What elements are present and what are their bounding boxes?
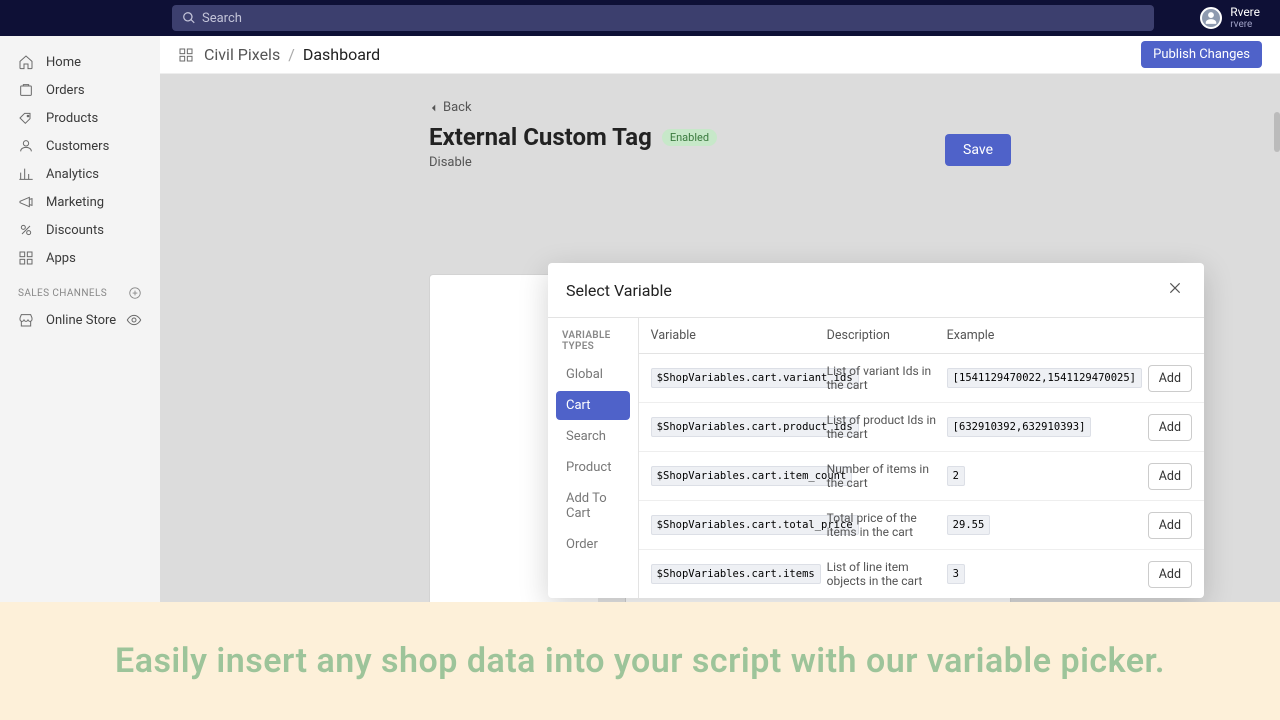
breadcrumb-page: Dashboard xyxy=(303,45,380,64)
column-example: Example xyxy=(947,328,1192,343)
promo-banner: Easily insert any shop data into your sc… xyxy=(0,602,1280,720)
variable-desc: Total price of the items in the cart xyxy=(827,511,947,539)
sidebar-item-orders[interactable]: Orders xyxy=(0,76,160,104)
sidebar-item-label: Apps xyxy=(46,251,76,266)
sidebar-item-label: Analytics xyxy=(46,167,99,182)
search-icon xyxy=(182,11,196,25)
breadcrumb-bar: Civil Pixels / Dashboard Publish Changes xyxy=(160,36,1280,74)
sidebar-item-label: Customers xyxy=(46,139,109,154)
table-row: $ShopVariables.cart.total_price Total pr… xyxy=(639,501,1204,550)
variable-example: 2 xyxy=(947,466,965,486)
variable-desc: List of variant Ids in the cart xyxy=(827,364,947,392)
chevron-left-icon xyxy=(429,103,439,113)
type-order[interactable]: Order xyxy=(556,530,630,559)
variable-example: [632910392,632910393] xyxy=(947,417,1092,437)
add-button[interactable]: Add xyxy=(1148,414,1192,441)
sidebar-item-label: Discounts xyxy=(46,223,104,238)
add-channel-icon[interactable] xyxy=(128,286,142,300)
disable-link[interactable]: Disable xyxy=(429,155,1011,170)
sidebar-item-discounts[interactable]: Discounts xyxy=(0,216,160,244)
sidebar-item-label: Home xyxy=(46,55,81,70)
sidebar-item-customers[interactable]: Customers xyxy=(0,132,160,160)
table-row: $ShopVariables.cart.items List of line i… xyxy=(639,550,1204,598)
topbar: Rvere rvere xyxy=(0,0,1280,36)
page-title: External Custom Tag xyxy=(429,123,652,151)
variable-example: [1541129470022,1541129470025] xyxy=(947,368,1142,388)
close-icon xyxy=(1168,281,1182,295)
user-menu[interactable]: Rvere rvere xyxy=(1200,6,1268,30)
column-variable: Variable xyxy=(651,328,827,343)
variable-types-list: VARIABLE TYPES Global Cart Search Produc… xyxy=(548,318,639,598)
breadcrumb-sep: / xyxy=(288,45,295,64)
type-cart[interactable]: Cart xyxy=(556,391,630,420)
scrollbar[interactable] xyxy=(1274,112,1280,152)
sidebar-item-label: Products xyxy=(46,111,98,126)
variable-example: 3 xyxy=(947,564,965,584)
search-field[interactable] xyxy=(172,5,1154,31)
type-search[interactable]: Search xyxy=(556,422,630,451)
sidebar-item-label: Orders xyxy=(46,83,85,98)
variable-desc: Number of items in the cart xyxy=(827,462,947,490)
sidebar-item-apps[interactable]: Apps xyxy=(0,244,160,272)
table-row: $ShopVariables.cart.item_count Number of… xyxy=(639,452,1204,501)
avatar xyxy=(1200,7,1222,29)
back-link[interactable]: Back xyxy=(429,100,1011,115)
add-button[interactable]: Add xyxy=(1148,463,1192,490)
modal-title: Select Variable xyxy=(566,281,672,300)
user-handle: rvere xyxy=(1230,19,1260,30)
search-input[interactable] xyxy=(202,11,1144,26)
sidebar-item-analytics[interactable]: Analytics xyxy=(0,160,160,188)
select-variable-modal: Select Variable VARIABLE TYPES Global Ca… xyxy=(548,263,1204,598)
column-description: Description xyxy=(827,328,947,343)
breadcrumb-app[interactable]: Civil Pixels xyxy=(204,45,280,64)
variables-table: Variable Description Example $ShopVariab… xyxy=(639,318,1204,598)
add-button[interactable]: Add xyxy=(1148,512,1192,539)
add-button[interactable]: Add xyxy=(1148,365,1192,392)
variable-code: $ShopVariables.cart.items xyxy=(651,564,821,584)
table-row: $ShopVariables.cart.product_ids List of … xyxy=(639,403,1204,452)
status-badge: Enabled xyxy=(662,129,717,146)
banner-text: Easily insert any shop data into your sc… xyxy=(115,641,1165,681)
sidebar-item-products[interactable]: Products xyxy=(0,104,160,132)
view-store-icon[interactable] xyxy=(126,312,142,328)
type-global[interactable]: Global xyxy=(556,360,630,389)
sidebar-item-home[interactable]: Home xyxy=(0,48,160,76)
sidebar-item-label: Marketing xyxy=(46,195,104,210)
app-icon xyxy=(178,47,194,63)
sidebar-item-online-store[interactable]: Online Store xyxy=(0,306,160,334)
user-name: Rvere xyxy=(1230,6,1260,19)
table-row: $ShopVariables.cart.variant_ids List of … xyxy=(639,354,1204,403)
save-button[interactable]: Save xyxy=(945,134,1011,166)
publish-button[interactable]: Publish Changes xyxy=(1141,41,1262,68)
variable-code: $ShopVariables.cart.item_count xyxy=(651,466,853,486)
sidebar-item-label: Online Store xyxy=(46,313,116,328)
types-header: VARIABLE TYPES xyxy=(556,326,630,360)
close-button[interactable] xyxy=(1164,277,1186,303)
variable-desc: List of product Ids in the cart xyxy=(827,413,947,441)
variable-desc: List of line item objects in the cart xyxy=(827,560,947,588)
variable-example: 29.55 xyxy=(947,515,991,535)
type-product[interactable]: Product xyxy=(556,453,630,482)
add-button[interactable]: Add xyxy=(1148,561,1192,588)
type-add-to-cart[interactable]: Add To Cart xyxy=(556,484,630,528)
sales-channels-header: SALES CHANNELS xyxy=(0,272,160,306)
sidebar-item-marketing[interactable]: Marketing xyxy=(0,188,160,216)
